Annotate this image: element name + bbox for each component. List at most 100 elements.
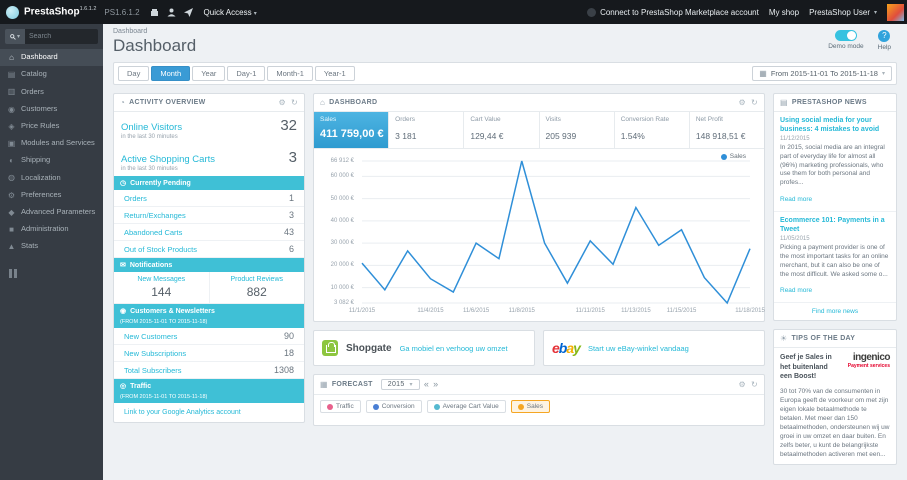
new-customers-link[interactable]: New Customers <box>124 332 177 341</box>
activity-panel-header: ◔ ACTIVITY OVERVIEW ⚙ ↻ <box>114 94 304 112</box>
kpi-sales[interactable]: Sales 411 759,00 € <box>314 112 390 148</box>
chevron-down-icon: ▾ <box>881 71 885 77</box>
tips-panel-header: ☀ TIPS OF THE DAY <box>774 330 896 349</box>
sidebar-item-customers[interactable]: ◉ Customers <box>0 101 103 118</box>
dashboard-panel-header: ⌂ DASHBOARD ⚙ ↻ <box>314 94 764 112</box>
user-avatar[interactable] <box>887 3 904 21</box>
refresh-icon[interactable]: ↻ <box>751 380 758 389</box>
panel-tools: ⚙ ↻ <box>279 98 299 107</box>
news-article-title[interactable]: Ecommerce 101: Payments in a Tweet <box>780 216 890 234</box>
news-article: Using social media for your business: 4 … <box>774 112 896 213</box>
shopgate-promo[interactable]: Shopgate Ga mobiel en verhoog uw omzet <box>313 330 535 366</box>
forecast-legend-conversion[interactable]: Conversion <box>365 400 422 413</box>
active-carts-value: 3 <box>288 149 297 166</box>
sidebar-item-orders[interactable]: ▥ Orders <box>0 83 103 100</box>
customers-date-range: (FROM 2015-11-01 TO 2015-11-18) <box>120 319 208 325</box>
sidebar-item-label: Dashboard <box>21 52 58 62</box>
y-axis-tick: 40 000 € <box>330 217 354 224</box>
refresh-icon[interactable]: ↻ <box>291 98 298 107</box>
pending-row: Return/Exchanges 3 <box>114 207 304 224</box>
kpi-cart-value[interactable]: Cart Value 129,44 € <box>464 112 540 148</box>
sidebar-item-dashboard[interactable]: ⌂ Dashboard <box>0 49 103 67</box>
sidebar-item-price-rules[interactable]: ◈ Price Rules <box>0 118 103 135</box>
read-more-link[interactable]: Read more <box>780 196 812 203</box>
google-analytics-link[interactable]: Link to your Google Analytics account <box>114 403 304 422</box>
read-more-link[interactable]: Read more <box>780 287 812 294</box>
ebay-promo[interactable]: ebay Start uw eBay-winkel vandaag <box>543 330 765 366</box>
quick-access-menu[interactable]: Quick Access ▾ <box>204 8 257 17</box>
filter-day-1-button[interactable]: Day-1 <box>227 66 266 81</box>
chart-legend[interactable]: Sales <box>720 153 746 160</box>
sidebar-item-label: Administration <box>21 224 69 234</box>
demo-mode-toggle[interactable] <box>834 30 857 41</box>
sidebar-item-administration[interactable]: ■ Administration <box>0 221 103 238</box>
sidebar-item-advanced-parameters[interactable]: ◆ Advanced Parameters <box>0 204 103 221</box>
forecast-legend-traffic[interactable]: Traffic <box>320 400 361 413</box>
year-select[interactable]: 2015 ▾ <box>380 379 420 390</box>
tips-panel-title: TIPS OF THE DAY <box>791 335 856 343</box>
kpi-net-profit[interactable]: Net Profit 148 918,51 € <box>690 112 764 148</box>
filter-month-1-button[interactable]: Month-1 <box>267 66 313 81</box>
news-article-title[interactable]: Using social media for your business: 4 … <box>780 116 890 134</box>
activity-overview-panel: ◔ ACTIVITY OVERVIEW ⚙ ↻ Online Visitors 3… <box>113 93 305 423</box>
filter-day-button[interactable]: Day <box>118 66 150 81</box>
filter-year-button[interactable]: Year <box>192 66 226 81</box>
kpi-orders[interactable]: Orders 3 181 <box>389 112 465 148</box>
abandoned-carts-value: 43 <box>283 227 294 237</box>
page-header: Dashboard Dashboard Demo mode ? Help <box>103 24 907 62</box>
chevron-down-icon: ▾ <box>409 382 413 388</box>
ebay-promo-link[interactable]: Start uw eBay-winkel vandaag <box>588 344 689 353</box>
sidebar-item-catalog[interactable]: ▤ Catalog <box>0 66 103 83</box>
sidebar-item-preferences[interactable]: ⚙ Preferences <box>0 187 103 204</box>
page-title: Dashboard <box>113 36 197 55</box>
online-visitors-link[interactable]: Online Visitors <box>121 122 280 133</box>
pending-orders-value: 1 <box>288 193 294 203</box>
next-page-button[interactable]: » <box>433 380 438 389</box>
new-subscriptions-link[interactable]: New Subscriptions <box>124 349 186 358</box>
filter-year-1-button[interactable]: Year-1 <box>314 66 355 81</box>
filter-month-button[interactable]: Month <box>151 66 191 81</box>
abandoned-carts-link[interactable]: Abandoned Carts <box>124 228 182 237</box>
search-input[interactable] <box>25 29 98 44</box>
shop-front-icon[interactable] <box>150 8 159 17</box>
my-shop-link[interactable]: My shop <box>769 8 799 17</box>
new-messages-metric[interactable]: New Messages 144 <box>114 272 209 303</box>
user-menu[interactable]: PrestaShop User ▾ <box>809 8 877 17</box>
gear-icon[interactable]: ⚙ <box>739 98 746 107</box>
pending-returns-link[interactable]: Return/Exchanges <box>124 211 186 220</box>
find-more-news-link[interactable]: Find more news <box>774 303 896 320</box>
gear-icon[interactable]: ⚙ <box>279 98 286 107</box>
active-carts-link[interactable]: Active Shopping Carts <box>121 154 289 165</box>
search-icon <box>10 33 16 40</box>
plane-icon[interactable] <box>183 7 193 17</box>
previous-page-button[interactable]: « <box>424 380 429 389</box>
customer-icon[interactable] <box>167 8 176 17</box>
sidebar-item-shipping[interactable]: ◐ Shipping <box>0 152 103 169</box>
news-article-date: 11/05/2015 <box>780 236 810 243</box>
gear-icon[interactable]: ⚙ <box>739 380 746 389</box>
sidebar-item-stats[interactable]: ▲ Stats <box>0 238 103 255</box>
kpi-conversion-rate[interactable]: Conversion Rate 1.54% <box>615 112 690 148</box>
news-icon: ▤ <box>780 98 788 107</box>
out-of-stock-link[interactable]: Out of Stock Products <box>124 245 197 254</box>
date-range-picker[interactable]: ▦ From 2015-11-01 To 2015-11-18 ▾ <box>752 66 892 81</box>
date-filter-bar: Day Month Year Day-1 Month-1 Year-1 ▦ Fr… <box>113 62 897 85</box>
total-subscribers-link[interactable]: Total Subscribers <box>124 366 182 375</box>
stats-icon: ▲ <box>7 242 16 252</box>
help-icon[interactable]: ? <box>878 30 891 42</box>
search-scope-dropdown[interactable]: ▾ <box>5 29 25 44</box>
collapse-sidebar-button[interactable] <box>9 269 19 279</box>
pending-row: Out of Stock Products 6 <box>114 241 304 258</box>
pending-orders-link[interactable]: Orders <box>124 194 147 203</box>
refresh-icon[interactable]: ↻ <box>751 98 758 107</box>
home-icon: ⌂ <box>320 98 326 107</box>
forecast-legend-sales[interactable]: Sales <box>510 400 550 413</box>
forecast-legend-average-cart-value[interactable]: Average Cart Value <box>426 400 506 413</box>
sidebar-item-localization[interactable]: ◍ Localization <box>0 169 103 186</box>
marketplace-link[interactable]: Connect to PrestaShop Marketplace accoun… <box>587 7 759 17</box>
active-carts-sub: in the last 30 minutes <box>121 166 178 172</box>
kpi-visits[interactable]: Visits 205 939 <box>540 112 615 148</box>
shopgate-promo-link[interactable]: Ga mobiel en verhoog uw omzet <box>400 344 508 353</box>
product-reviews-metric[interactable]: Product Reviews 882 <box>208 272 305 303</box>
sidebar-item-modules[interactable]: ▣ Modules and Services <box>0 135 103 152</box>
